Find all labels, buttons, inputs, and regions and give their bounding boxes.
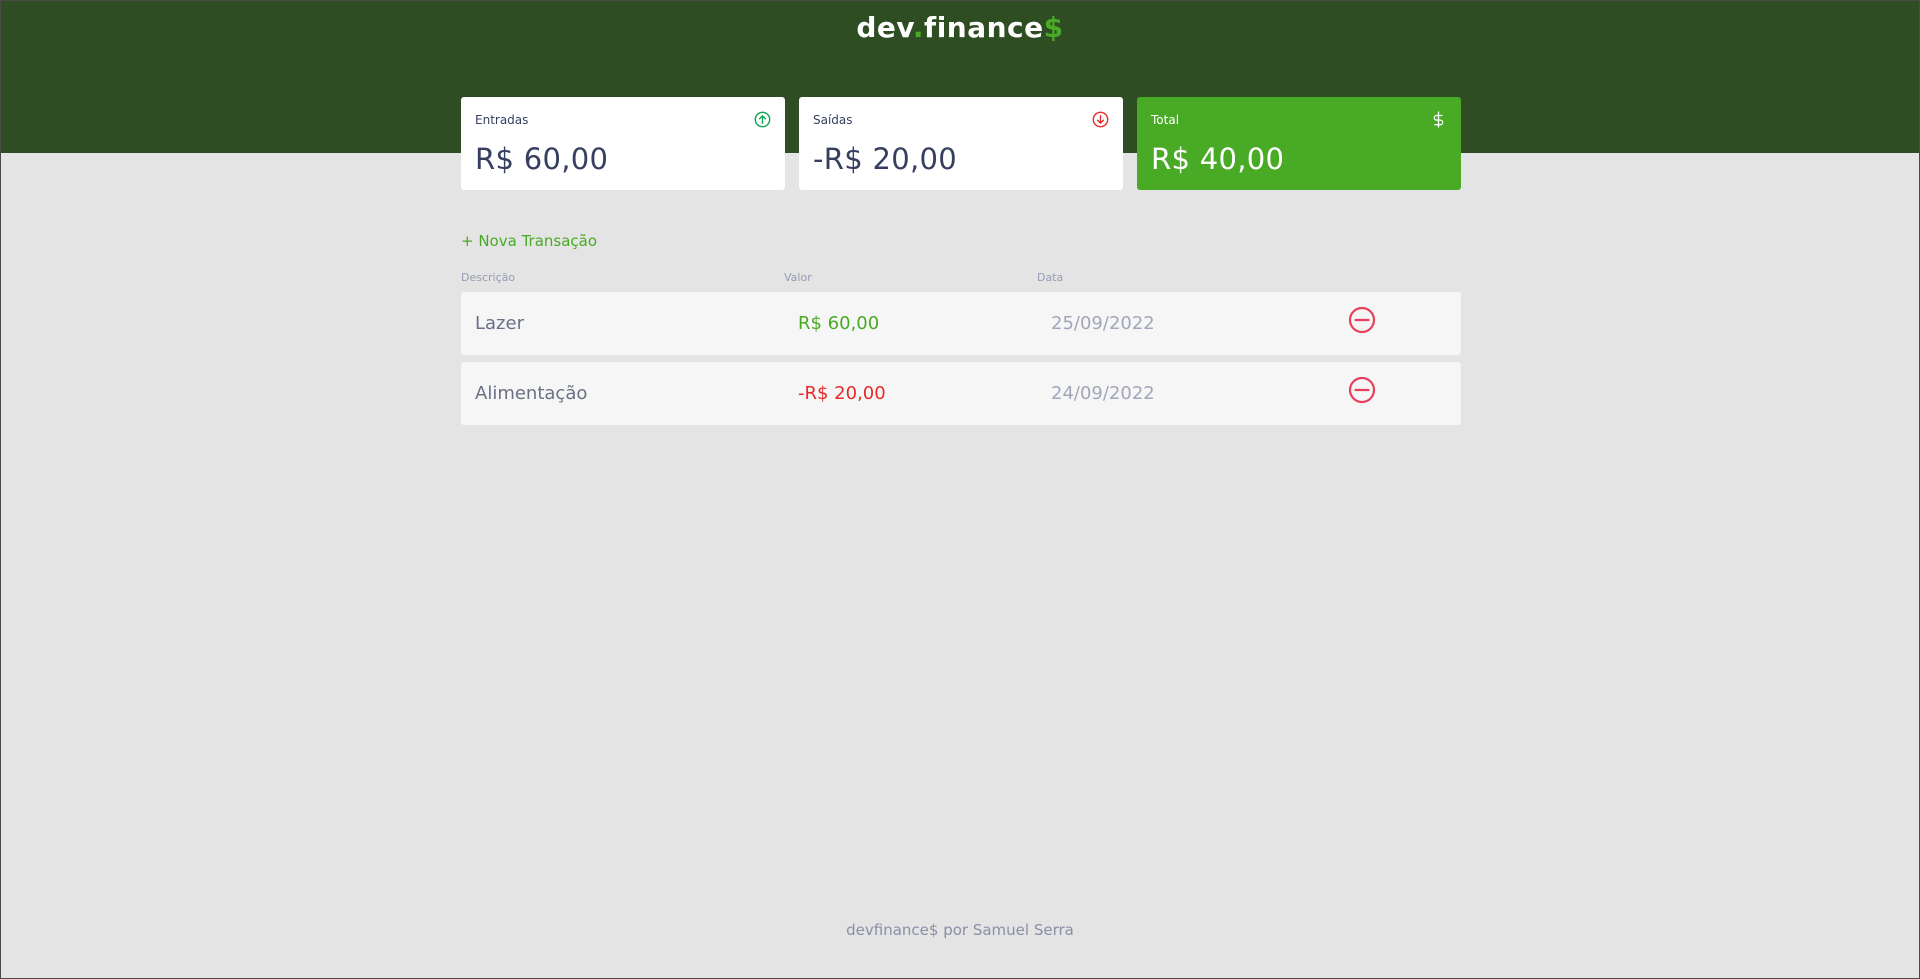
transaction-description: Alimentação: [475, 383, 588, 404]
logo-finance: finance: [924, 11, 1044, 44]
new-transaction-link[interactable]: + Nova Transação: [461, 232, 597, 250]
remove-transaction-icon[interactable]: [1348, 306, 1376, 339]
transaction-description: Lazer: [475, 313, 524, 334]
logo-dev: dev: [856, 11, 913, 44]
total-label: Total: [1151, 112, 1180, 127]
total-card-header: Total: [1151, 111, 1447, 128]
income-label: Entradas: [475, 112, 529, 127]
dollar-icon: [1430, 111, 1447, 128]
table-row: Lazer R$ 60,00 25/09/2022: [461, 292, 1461, 355]
logo-dot: .: [912, 11, 925, 44]
income-card-header: Entradas: [475, 111, 771, 128]
remove-transaction-icon[interactable]: [1348, 376, 1376, 409]
arrow-up-circle-icon: [754, 111, 771, 128]
footer: devfinance$ por Samuel Serra: [846, 921, 1074, 939]
expense-card: Saídas -R$ 20,00: [799, 97, 1123, 190]
total-card: Total R$ 40,00: [1137, 97, 1461, 190]
expense-value: -R$ 20,00: [813, 142, 958, 176]
logo-dollar: $: [1043, 11, 1064, 44]
header-value: Valor: [784, 271, 812, 284]
balance-cards: Entradas R$ 60,00 Saídas -R$ 20,00 Total…: [461, 97, 1461, 190]
expense-card-header: Saídas: [813, 111, 1109, 128]
page: dev.finance$ Entradas R$ 60,00 Saídas -R…: [0, 0, 1920, 979]
table-body: Lazer R$ 60,00 25/09/2022 Alimentação -R…: [461, 292, 1461, 425]
expense-label: Saídas: [813, 112, 853, 127]
header-date: Data: [1037, 271, 1064, 284]
total-value: R$ 40,00: [1151, 142, 1285, 176]
income-value: R$ 60,00: [475, 142, 609, 176]
transaction-value: R$ 60,00: [798, 313, 880, 334]
transactions-table: Descrição Valor Data Lazer R$ 60,00 25/0…: [461, 271, 1461, 425]
table-row: Alimentação -R$ 20,00 24/09/2022: [461, 362, 1461, 425]
table-header: Descrição Valor Data: [461, 271, 1461, 287]
arrow-down-circle-icon: [1092, 111, 1109, 128]
logo: dev.finance$: [1, 11, 1919, 44]
transaction-date: 25/09/2022: [1051, 313, 1155, 334]
header-description: Descrição: [461, 271, 516, 284]
transaction-value: -R$ 20,00: [798, 383, 886, 404]
transaction-date: 24/09/2022: [1051, 383, 1155, 404]
income-card: Entradas R$ 60,00: [461, 97, 785, 190]
